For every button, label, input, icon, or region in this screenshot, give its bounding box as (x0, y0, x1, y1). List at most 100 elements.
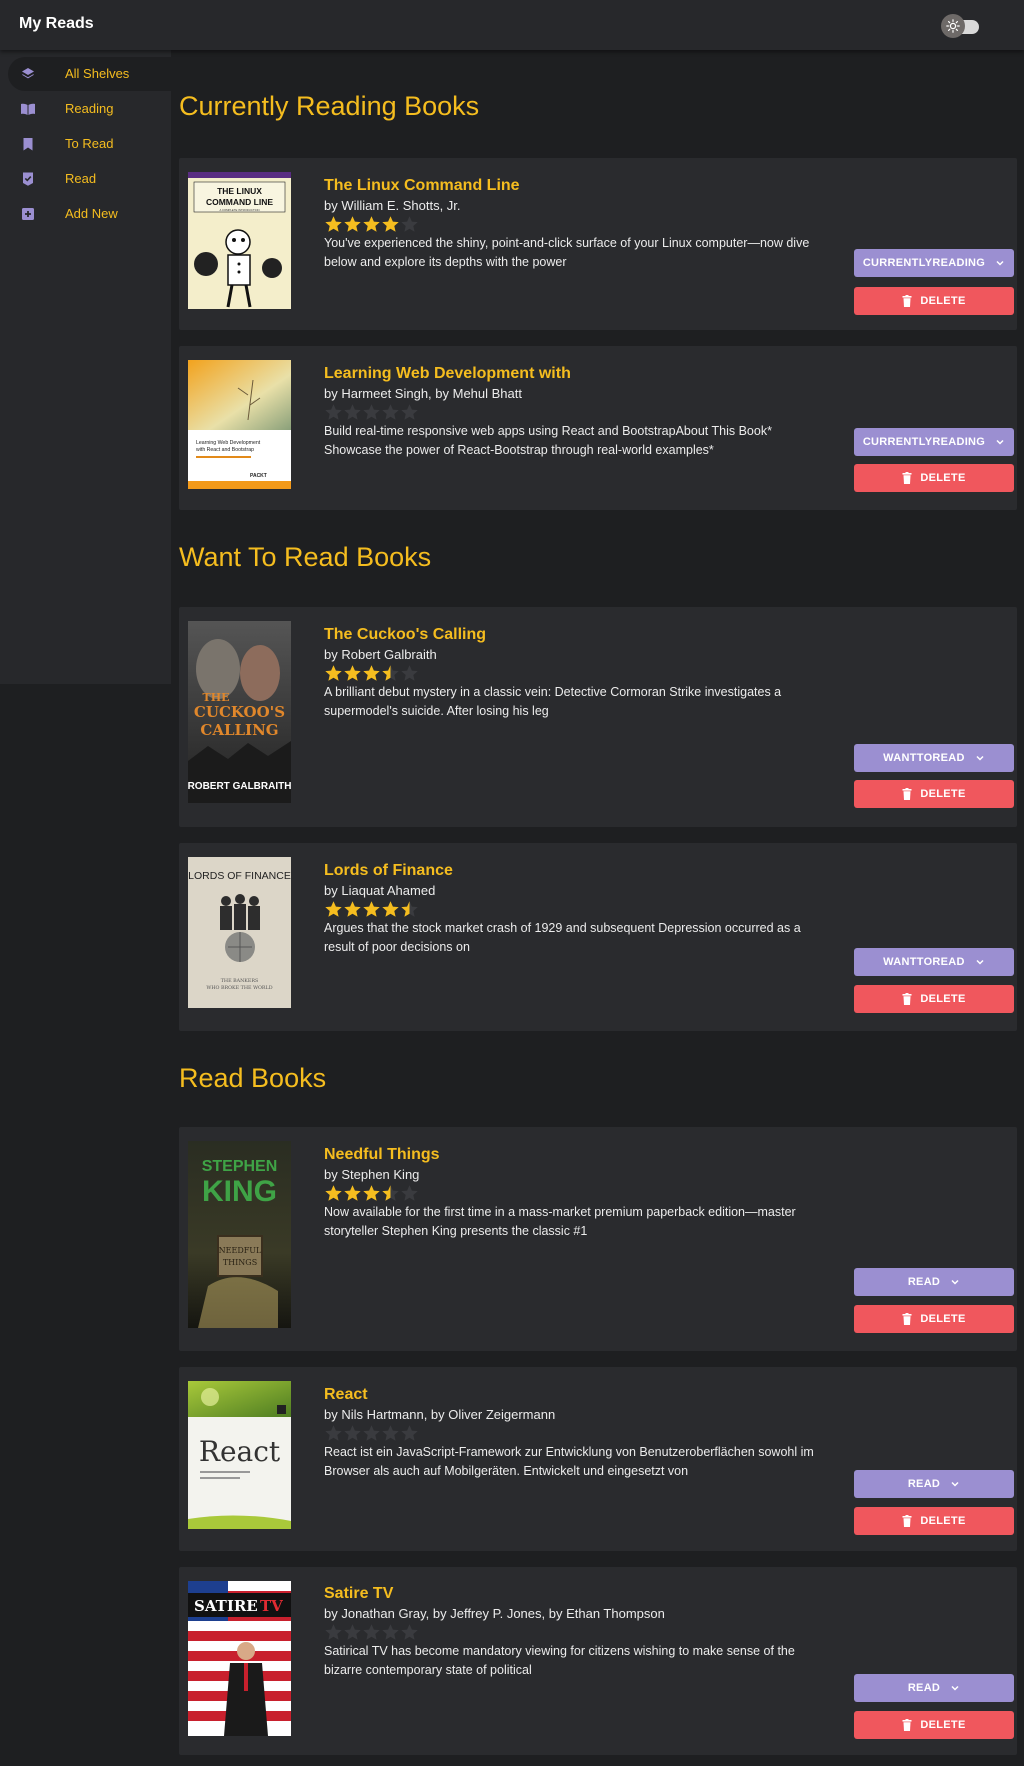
delete-button[interactable]: DELETE (854, 780, 1014, 808)
sidebar: All Shelves Reading To Read Read Add New (0, 50, 171, 684)
cover-text: Learning Web Development (196, 440, 261, 446)
book-title[interactable]: React (324, 1386, 368, 1404)
book-card: LORDS OF FINANCE THE BANKERS WHO BROKE T… (179, 843, 1017, 1031)
star-rating (324, 1424, 419, 1442)
sun-icon (946, 19, 960, 33)
book-authors: by Jonathan Gray, by Jeffrey P. Jones, b… (324, 1606, 665, 1621)
sidebar-item-all-shelves[interactable]: All Shelves (8, 57, 171, 91)
book-authors: by Nils Hartmann, by Oliver Zeigermann (324, 1407, 556, 1422)
delete-button[interactable]: DELETE (854, 1305, 1014, 1333)
star-empty-icon (363, 1624, 380, 1640)
shelf-select-label: WANTTOREAD (883, 956, 965, 968)
delete-label: DELETE (920, 472, 966, 484)
shelf-select-label: READ (907, 1276, 941, 1288)
book-title[interactable]: Lords of Finance (324, 862, 453, 880)
delete-button[interactable]: DELETE (854, 464, 1014, 492)
star-empty-icon (382, 404, 399, 420)
shelf-select-button[interactable]: WANTTOREAD (854, 948, 1014, 976)
trash-icon (902, 1719, 912, 1731)
sidebar-item-label: Reading (65, 101, 114, 116)
cover-text: SATIRE (194, 1597, 258, 1615)
shelf-select-label: CURRENTLYREADING (862, 257, 986, 269)
star-empty-icon (401, 404, 418, 420)
shelf-select-button[interactable]: CURRENTLYREADING (854, 249, 1014, 277)
shelf-select-button[interactable]: CURRENTLYREADING (854, 428, 1014, 456)
shelf-select-button[interactable]: WANTTOREAD (854, 744, 1014, 772)
book-authors: by Liaquat Ahamed (324, 883, 436, 898)
delete-button[interactable]: DELETE (854, 985, 1014, 1013)
book-title[interactable]: The Linux Command Line (324, 177, 520, 195)
book-card: THE LINUX COMMAND LINE A COMPLETE INTROD… (179, 158, 1017, 330)
book-title[interactable]: The Cuckoo's Calling (324, 626, 486, 644)
star-full-icon (363, 665, 380, 681)
delete-button[interactable]: DELETE (854, 1507, 1014, 1535)
book-description: Now available for the first time in a ma… (324, 1205, 796, 1238)
star-half-icon (382, 665, 399, 681)
delete-button[interactable]: DELETE (854, 287, 1014, 315)
delete-label: DELETE (920, 788, 966, 800)
book-cover-react[interactable]: React (188, 1381, 291, 1529)
star-rating (324, 900, 419, 918)
shelf-select-button[interactable]: READ (854, 1674, 1014, 1702)
book-title[interactable]: Needful Things (324, 1146, 440, 1164)
star-empty-icon (325, 1425, 342, 1441)
book-card: SATIRE TV Satire TV by Jonathan Gray, by… (179, 1567, 1017, 1755)
star-full-icon (344, 216, 361, 232)
shelf-select-button[interactable]: READ (854, 1470, 1014, 1498)
cover-text: with React and Bootstrap (196, 447, 254, 453)
cover-text: CUCKOO'S (194, 703, 285, 721)
book-cover-lords-of-finance[interactable]: LORDS OF FINANCE THE BANKERS WHO BROKE T… (188, 857, 291, 1008)
chevron-down-icon (976, 755, 984, 761)
book-title[interactable]: Satire TV (324, 1585, 393, 1603)
toggle-knob (941, 14, 965, 38)
star-full-icon (344, 901, 361, 917)
sidebar-item-read[interactable]: Read (8, 162, 171, 196)
check-badge-icon (23, 172, 33, 186)
chevron-down-icon (951, 1481, 959, 1487)
book-description: Build real-time responsive web apps usin… (324, 424, 772, 457)
star-empty-icon (401, 216, 418, 232)
star-rating (324, 215, 419, 233)
sidebar-item-to-read[interactable]: To Read (8, 127, 171, 161)
chevron-down-icon (996, 439, 1004, 445)
star-full-icon (325, 901, 342, 917)
book-cover-needful-things[interactable]: STEPHEN KING NEEDFUL THINGS (188, 1141, 291, 1328)
cover-text: A COMPLETE INTRODUCTION (219, 208, 259, 212)
layers-icon (22, 68, 34, 79)
star-full-icon (363, 1185, 380, 1201)
star-empty-icon (363, 1425, 380, 1441)
book-cover-learning-web-development[interactable]: Learning Web Development with React and … (188, 360, 291, 489)
book-cover-linux-command-line[interactable]: THE LINUX COMMAND LINE A COMPLETE INTROD… (188, 172, 291, 309)
book-card: React React by Nils Hartmann, by Oliver … (179, 1367, 1017, 1551)
cover-text: React (199, 1435, 281, 1468)
shelf-select-button[interactable]: READ (854, 1268, 1014, 1296)
trash-icon (902, 295, 912, 307)
app-title: My Reads (19, 15, 94, 32)
star-full-icon (325, 216, 342, 232)
book-title[interactable]: Learning Web Development with (324, 365, 571, 383)
add-box-icon (22, 208, 34, 220)
sidebar-item-label: All Shelves (65, 66, 130, 81)
star-half-icon (382, 1185, 399, 1201)
book-cover-cuckoos-calling[interactable]: THE CUCKOO'S CALLING ROBERT GALBRAITH (188, 621, 291, 803)
sidebar-item-reading[interactable]: Reading (8, 92, 171, 126)
sidebar-item-add-new[interactable]: Add New (8, 197, 171, 231)
chevron-down-icon (976, 959, 984, 965)
star-full-icon (382, 901, 399, 917)
cover-text: ROBERT GALBRAITH (188, 781, 291, 792)
theme-toggle[interactable] (941, 14, 981, 38)
cover-text: KING (202, 1175, 277, 1208)
delete-label: DELETE (920, 295, 966, 307)
open-book-icon (21, 103, 35, 115)
trash-icon (902, 788, 912, 800)
star-empty-icon (401, 1185, 418, 1201)
book-cover-satire-tv[interactable]: SATIRE TV (188, 1581, 291, 1736)
delete-label: DELETE (920, 1719, 966, 1731)
delete-button[interactable]: DELETE (854, 1711, 1014, 1739)
book-card: THE CUCKOO'S CALLING ROBERT GALBRAITH Th… (179, 607, 1017, 827)
sidebar-item-label: Add New (65, 206, 118, 221)
cover-text: STEPHEN (202, 1158, 278, 1175)
cover-text: TV (260, 1597, 283, 1615)
cover-text: PACKT (250, 473, 267, 479)
star-full-icon (344, 665, 361, 681)
